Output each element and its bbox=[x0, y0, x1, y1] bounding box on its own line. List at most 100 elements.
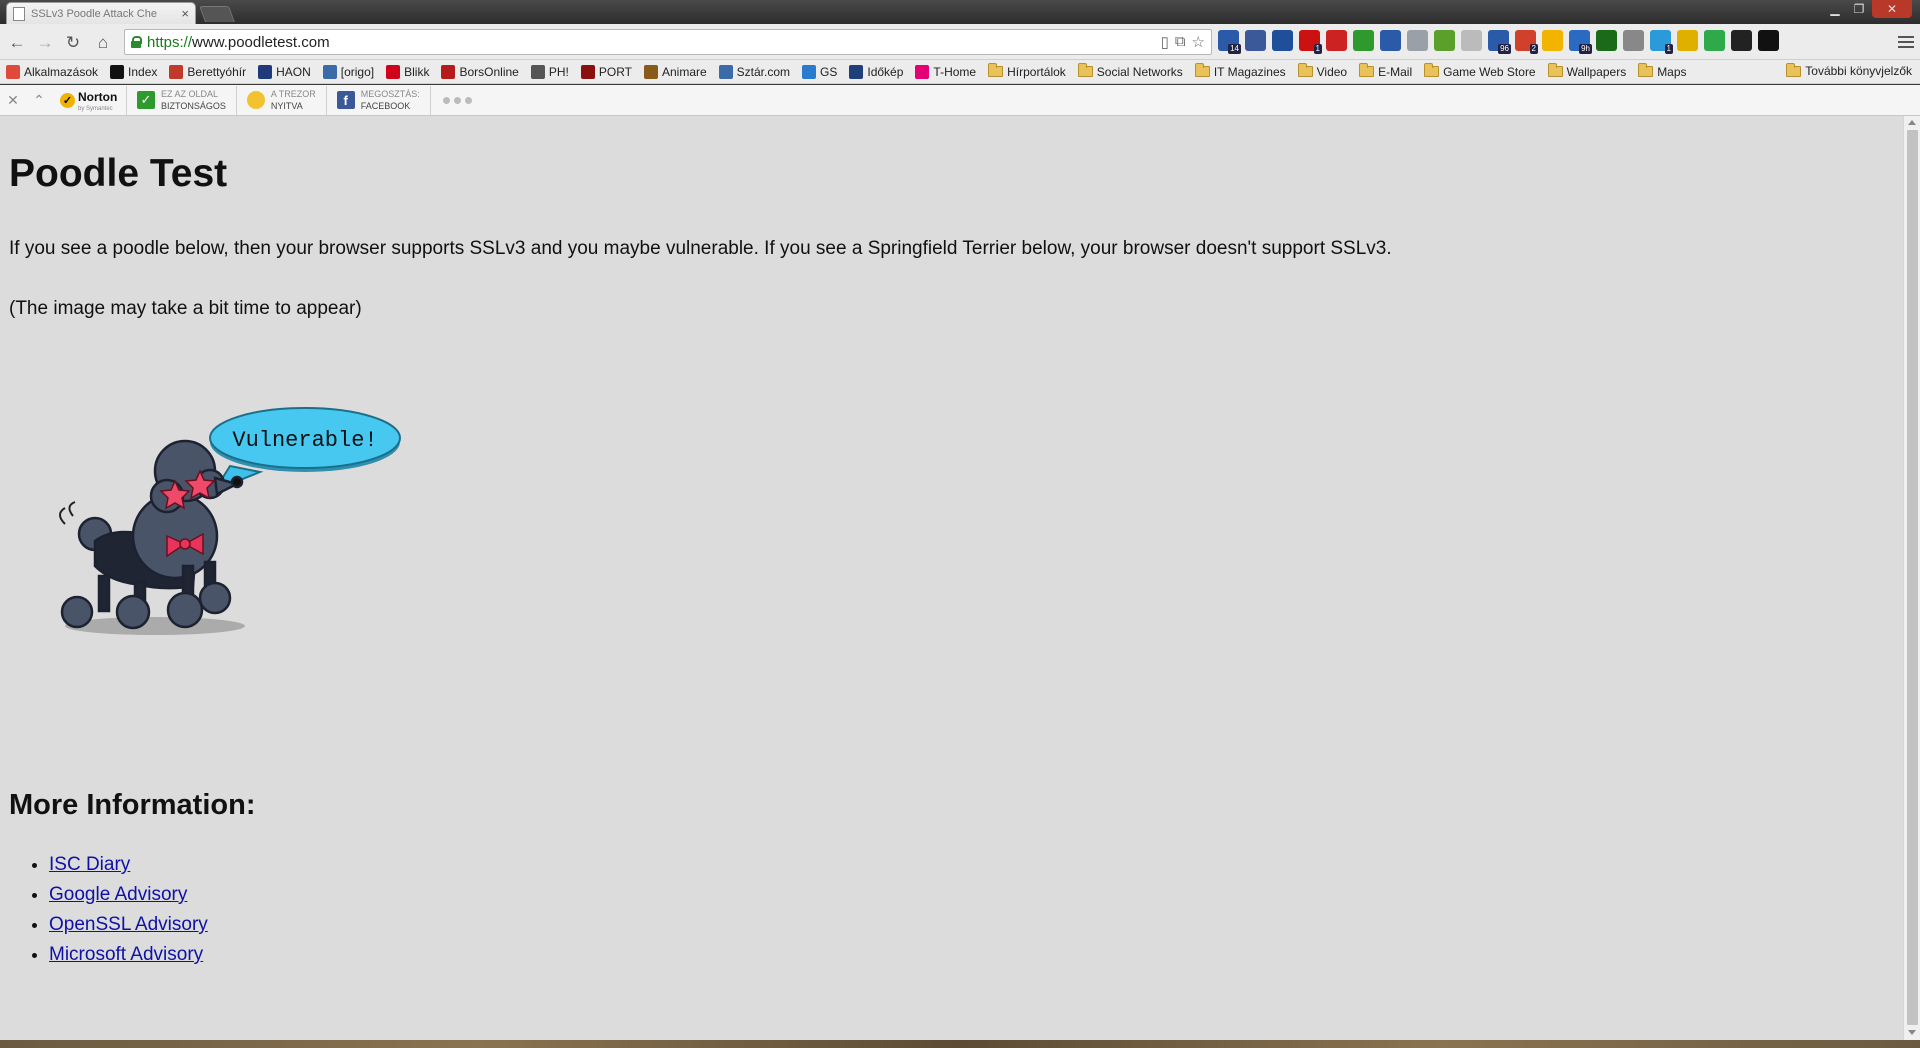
safe-line1: EZ AZ OLDAL bbox=[161, 89, 219, 99]
bookmark-item[interactable]: Index bbox=[110, 64, 157, 79]
feed-icon[interactable]: 96 bbox=[1488, 30, 1511, 54]
calendar-icon[interactable]: 14 bbox=[1218, 30, 1241, 54]
skype-icon[interactable]: 1 bbox=[1650, 30, 1673, 54]
folder-icon bbox=[988, 63, 1004, 77]
bubble-text: Vulnerable! bbox=[232, 428, 377, 453]
safe-line2: BIZTONSÁGOS bbox=[161, 101, 226, 111]
minimize-icon[interactable]: ▁ bbox=[1824, 0, 1846, 18]
todo-icon[interactable] bbox=[1758, 30, 1779, 51]
microsoft-advisory-link[interactable]: Microsoft Advisory bbox=[49, 944, 203, 965]
norton-more-icon[interactable] bbox=[429, 85, 472, 115]
bookmark-label: PH! bbox=[548, 64, 569, 79]
poodle-image: Vulnerable! bbox=[55, 386, 415, 646]
bookmark-label: Alkalmazások bbox=[24, 64, 99, 79]
google-advisory-link[interactable]: Google Advisory bbox=[49, 884, 187, 905]
chrome-menu-icon[interactable] bbox=[1898, 33, 1914, 49]
haon-icon bbox=[258, 64, 273, 79]
norton-close-icon[interactable]: ✕ bbox=[0, 92, 26, 109]
bookmark-item[interactable]: Game Web Store bbox=[1424, 63, 1536, 79]
page-viewport: Poodle Test If you see a poodle below, t… bbox=[0, 116, 1903, 1040]
other-bookmarks[interactable]: További könyvjelzők bbox=[1786, 62, 1912, 78]
mail-icon[interactable] bbox=[1623, 30, 1644, 51]
bookmark-item[interactable]: Időkép bbox=[849, 64, 903, 79]
check-icon[interactable] bbox=[1353, 30, 1374, 51]
scroll-thumb[interactable] bbox=[1907, 130, 1918, 1025]
translate-icon[interactable]: ⧉ bbox=[1175, 33, 1186, 51]
gplus-icon[interactable]: 2 bbox=[1515, 30, 1538, 54]
bookmark-item[interactable]: GS bbox=[802, 64, 837, 79]
norton-safe-site[interactable]: ✓ EZ AZ OLDAL BIZTONSÁGOS bbox=[126, 85, 236, 115]
pushbullet-icon[interactable] bbox=[1704, 30, 1725, 51]
bookmark-label: Animare bbox=[661, 64, 707, 79]
intro-paragraph: If you see a poodle below, then your bro… bbox=[9, 238, 1392, 259]
monitor-icon[interactable]: 9h bbox=[1569, 30, 1592, 54]
norton-logo[interactable]: ✓ Norton by Symantec bbox=[60, 88, 126, 113]
bookmark-item[interactable]: Blikk bbox=[386, 64, 429, 79]
asterisk-icon[interactable] bbox=[1326, 30, 1347, 51]
forward-icon[interactable]: → bbox=[34, 32, 56, 54]
bookmark-item[interactable]: PH! bbox=[530, 64, 569, 79]
vault-line2: NYITVA bbox=[270, 101, 303, 111]
bookmark-item[interactable]: BorsOnline bbox=[441, 64, 519, 79]
new-tab-button[interactable] bbox=[199, 6, 235, 22]
scroll-up-icon[interactable] bbox=[1908, 120, 1916, 125]
bookmark-item[interactable]: Video bbox=[1297, 63, 1347, 79]
key-icon[interactable] bbox=[1677, 30, 1698, 51]
bookmark-item[interactable]: E-Mail bbox=[1359, 63, 1412, 79]
window-close-icon[interactable]: ✕ bbox=[1872, 0, 1912, 18]
page-favicon-icon bbox=[13, 6, 25, 21]
reader-icon[interactable]: ▯ bbox=[1161, 33, 1169, 51]
back-icon[interactable]: ← bbox=[6, 32, 28, 54]
bookmark-item[interactable]: IT Magazines bbox=[1194, 63, 1286, 79]
bookmark-item[interactable]: Animare bbox=[643, 64, 707, 79]
bookmark-item[interactable]: PORT bbox=[580, 64, 632, 79]
tab-close-icon[interactable]: × bbox=[181, 6, 189, 21]
scroll-down-icon[interactable] bbox=[1908, 1030, 1916, 1035]
restore-icon[interactable]: ❐ bbox=[1848, 0, 1870, 18]
bookmark-item[interactable]: Sztár.com bbox=[718, 64, 790, 79]
os-taskbar bbox=[0, 1040, 1920, 1048]
address-bar[interactable]: https://www.poodletest.com ▯ ⧉ ☆ bbox=[124, 29, 1212, 55]
bookmark-item[interactable]: Alkalmazások bbox=[6, 64, 99, 79]
extension-badge: 14 bbox=[1228, 44, 1241, 54]
home-icon[interactable]: ⌂ bbox=[92, 32, 114, 54]
facebook-icon[interactable] bbox=[1245, 30, 1266, 51]
extension-badge: 9h bbox=[1579, 44, 1592, 54]
norton-share-facebook[interactable]: f MEGOSZTÁS: FACEBOOK bbox=[325, 85, 430, 115]
puzzle-icon[interactable] bbox=[1272, 30, 1293, 51]
evernote-icon[interactable] bbox=[1434, 30, 1455, 51]
norton-vault[interactable]: A TREZOR NYITVA bbox=[235, 85, 326, 115]
port-icon bbox=[580, 64, 595, 79]
reload-icon[interactable]: ↻ bbox=[62, 32, 84, 54]
bookmark-item[interactable]: T-Home bbox=[915, 64, 976, 79]
other-bookmarks-label: További könyvjelzők bbox=[1805, 64, 1912, 78]
bookmark-item[interactable]: Berettyóhír bbox=[169, 64, 246, 79]
record-icon[interactable] bbox=[1596, 30, 1617, 51]
bookmark-item[interactable]: Maps bbox=[1638, 63, 1687, 79]
bookmark-item[interactable]: Hírportálok bbox=[988, 63, 1066, 79]
openssl-advisory-link[interactable]: OpenSSL Advisory bbox=[49, 914, 208, 935]
opera-icon[interactable]: 1 bbox=[1299, 30, 1322, 54]
bookmark-item[interactable]: Wallpapers bbox=[1547, 63, 1626, 79]
bookmark-star-icon[interactable]: ☆ bbox=[1192, 33, 1205, 51]
idokep-icon bbox=[849, 64, 864, 79]
isc-diary-link[interactable]: ISC Diary bbox=[49, 854, 130, 875]
browser-toolbar: ← → ↻ ⌂ https://www.poodletest.com ▯ ⧉ ☆… bbox=[0, 24, 1920, 60]
bookmark-label: BorsOnline bbox=[459, 64, 519, 79]
advisory-links-list: ISC Diary Google Advisory OpenSSL Adviso… bbox=[49, 854, 208, 974]
vertical-scrollbar[interactable] bbox=[1903, 116, 1920, 1040]
bookmark-item[interactable]: [origo] bbox=[322, 64, 374, 79]
list-item: Google Advisory bbox=[49, 884, 208, 914]
bookmark-item[interactable]: Social Networks bbox=[1077, 63, 1183, 79]
bookmark-item[interactable]: HAON bbox=[258, 64, 311, 79]
browser-tab[interactable]: SSLv3 Poodle Attack Che × bbox=[6, 2, 196, 24]
drive-icon[interactable] bbox=[1542, 30, 1563, 51]
poodle-icon bbox=[59, 439, 244, 630]
star-icon[interactable] bbox=[1380, 30, 1401, 51]
globe-icon[interactable] bbox=[1407, 30, 1428, 51]
norton-collapse-icon[interactable]: ⌃ bbox=[26, 92, 52, 109]
bell-icon[interactable] bbox=[1461, 30, 1482, 51]
lastpass-icon[interactable] bbox=[1731, 30, 1752, 51]
bookmark-label: Maps bbox=[1657, 64, 1687, 79]
norton-brand-sub: by Symantec bbox=[78, 105, 113, 112]
